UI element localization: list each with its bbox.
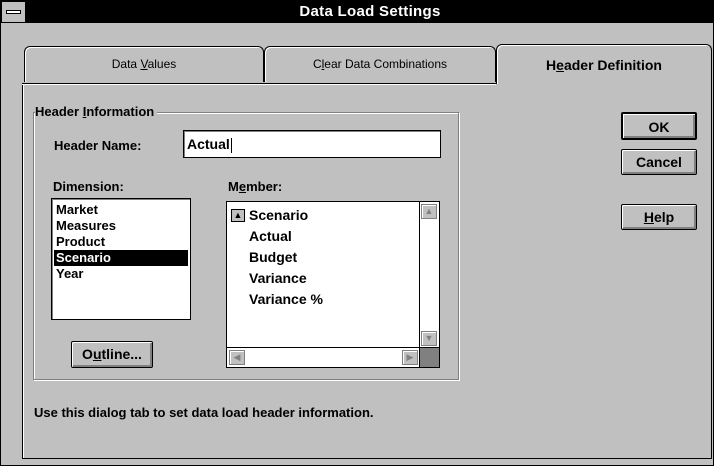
dimension-item[interactable]: Market (54, 202, 188, 218)
member-listbox[interactable]: ▲ Scenario Actual Budget Variance Varianc… (226, 201, 440, 368)
scroll-right-icon[interactable]: ▶ (402, 350, 418, 365)
up-level-icon[interactable]: ▲ (231, 209, 245, 222)
tab-header-definition[interactable]: Header Definition (496, 44, 712, 84)
tab-label: alues (147, 57, 177, 71)
member-item[interactable]: Variance % (229, 289, 323, 310)
title-bar: Data Load Settings (1, 1, 713, 23)
help-button[interactable]: Help (621, 204, 697, 230)
group-label-text: nformation (86, 104, 155, 119)
status-text: Use this dialog tab to set data load hea… (34, 405, 374, 420)
tab-clear-data-combinations[interactable]: Clear Data Combinations (264, 46, 496, 82)
outline-button-mnemonic: u (92, 346, 102, 362)
group-label-text: Header (35, 104, 83, 119)
horizontal-scrollbar[interactable]: ◀ ▶ (227, 347, 420, 367)
member-parent-text: Scenario (249, 207, 309, 223)
member-item[interactable]: Budget (229, 247, 323, 268)
dimension-item-selected[interactable]: Scenario (54, 250, 188, 266)
outline-button[interactable]: Outline... (71, 341, 153, 368)
scroll-up-icon[interactable]: ▲ (421, 204, 437, 219)
scroll-down-icon[interactable]: ▼ (421, 331, 437, 346)
member-parent-row[interactable]: ▲ Scenario (229, 205, 323, 226)
help-button-text: elp (653, 209, 675, 225)
member-item-text: Budget (249, 249, 298, 265)
dimension-item[interactable]: Year (54, 266, 188, 282)
ok-button[interactable]: OK (621, 112, 697, 140)
vertical-scrollbar[interactable]: ▲ ▼ (419, 202, 439, 348)
member-label-mnemonic: e (238, 179, 247, 194)
group-label: Header Information (35, 104, 158, 119)
dimension-label: Dimension: (53, 179, 124, 194)
cancel-button[interactable]: Cancel (621, 149, 697, 175)
member-item[interactable]: Variance (229, 268, 323, 289)
system-menu-button[interactable] (2, 2, 26, 22)
tab-label: C (312, 57, 322, 71)
member-label: Member: (228, 179, 282, 194)
member-item-text: Actual (249, 228, 292, 244)
member-item-text: Variance (249, 270, 307, 286)
header-name-input[interactable]: Actual (183, 130, 441, 158)
outline-button-text: O (82, 346, 93, 362)
window-title: Data Load Settings (299, 3, 441, 20)
tab-label: ader Definition (563, 57, 662, 73)
tab-label: ear Data Combinations (324, 57, 448, 71)
tab-mnemonic: e (556, 57, 564, 73)
tab-mnemonic: V (140, 57, 148, 71)
member-item[interactable]: Actual (229, 226, 323, 247)
tab-label: Data (111, 57, 141, 71)
help-button-mnemonic: H (643, 209, 654, 225)
tab-strip: Data Values Clear Data Combinations Head… (24, 30, 712, 90)
header-name-label: Header Name: (54, 138, 142, 153)
member-item-text: Variance % (249, 291, 323, 307)
member-label-text: M (228, 179, 239, 194)
dimension-listbox[interactable]: Market Measures Product Scenario Year (51, 198, 191, 320)
scroll-left-icon[interactable]: ◀ (229, 350, 245, 365)
text-caret (230, 137, 232, 153)
dimension-item[interactable]: Measures (54, 218, 188, 234)
member-list-content: ▲ Scenario Actual Budget Variance Varianc… (229, 205, 323, 310)
header-name-value: Actual (187, 136, 230, 152)
tab-label: H (546, 57, 557, 73)
member-label-text: mber: (246, 179, 283, 194)
outline-button-text: tline... (101, 346, 142, 362)
tab-data-values[interactable]: Data Values (24, 46, 264, 82)
dimension-item[interactable]: Product (54, 234, 188, 250)
scrollbar-corner (419, 347, 439, 367)
system-menu-icon (6, 10, 21, 14)
